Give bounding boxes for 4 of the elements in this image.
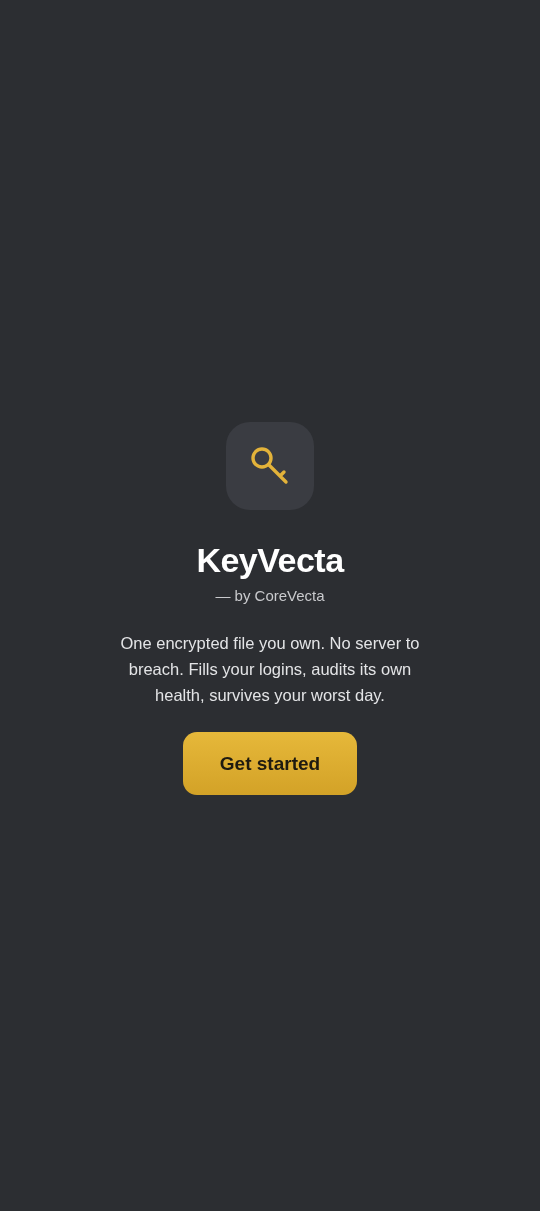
description: One encrypted file you own. No server to breach. Fills your logins, audits its own health, survives your worst day. [119, 633, 421, 706]
app-title: KeyVecta [196, 540, 344, 580]
get-started-button[interactable]: Get started [183, 732, 357, 795]
byline: — by CoreVecta [215, 586, 325, 606]
